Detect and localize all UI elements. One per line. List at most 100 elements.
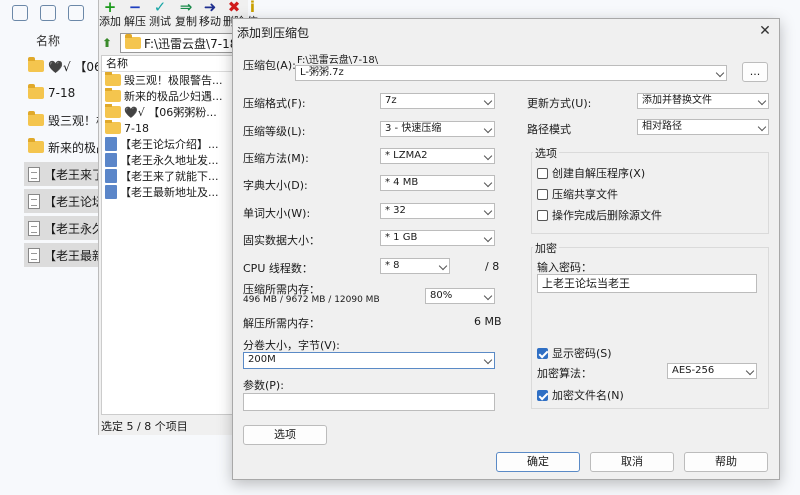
toolbar-glyph-icon: ✓ [153, 0, 167, 16]
folder-icon [28, 138, 44, 153]
toolbar-glyph-icon: ⇒ [179, 0, 193, 16]
explorer-list-item[interactable]: 7-18 [24, 81, 100, 105]
folder-icon [28, 84, 44, 99]
copy-icon[interactable] [12, 5, 28, 21]
7zip-list-item[interactable]: 🖤√ 【06粥粥粉... [102, 104, 246, 120]
rename-icon[interactable] [68, 5, 84, 21]
toolbar-button-label: 测试 [149, 15, 171, 28]
7zip-item-label: 【老王永久地址发... [120, 154, 219, 167]
checkbox-box[interactable] [537, 167, 548, 179]
7zip-file-list: 名称 毁三观！极限警告... 新来的极品少妇遇... 🖤√ 【06粥粥粉... 7-1… [101, 55, 247, 415]
explorer-item-label: 🖤√ 【06粥粥粉丝 [48, 59, 100, 74]
chevron-down-icon [483, 151, 493, 161]
word-size-label: 单词大小(W): [243, 207, 311, 220]
close-icon[interactable]: ✕ [755, 21, 775, 41]
7zip-list-item[interactable]: 【老王论坛介绍】... [102, 136, 246, 152]
folder-icon [105, 104, 121, 118]
add-to-archive-dialog: 添加到压缩包 ✕ 压缩包(A): F:\迅雷云盘\7-18\ L-粥粥.7z .… [232, 18, 780, 480]
cpu-threads-select[interactable]: * 8 [380, 258, 450, 274]
chevron-down-icon [757, 96, 767, 106]
method-select[interactable]: * LZMA2 [380, 148, 495, 164]
path-mode-label: 路径模式 [527, 123, 571, 136]
encryption-group-title: 加密 [533, 240, 559, 256]
volume-size-label: 分卷大小，字节(V): [243, 339, 340, 352]
7zip-list-item[interactable]: 7-18 [102, 120, 246, 136]
toolbar-button-3[interactable]: ⇒ 复制 [175, 0, 197, 28]
7zip-address-bar: ⬆ F:\迅雷云盘\7-18\ [99, 33, 249, 53]
explorer-list-item[interactable]: 【老王永久地址发 [24, 216, 100, 240]
show-password-checkbox[interactable]: 显示密码(S) [537, 345, 612, 361]
explorer-file-list: 🖤√ 【06粥粥粉丝 7-18 毁三观！极限警告新来的极品少妇【老王来了就能下【老王… [24, 54, 100, 270]
toolbar-button-label: 添加 [99, 15, 121, 28]
explorer-list-item[interactable]: 【老王最新地址及 [24, 243, 100, 267]
chevron-down-icon [483, 178, 493, 188]
chevron-down-icon [438, 261, 448, 271]
7zip-toolbar: +添加−解压✓测试⇒复制➜移动✖删除i信息 [99, 0, 258, 40]
explorer-list-item[interactable]: 【老王论坛介绍】 [24, 189, 100, 213]
7zip-list-item[interactable]: 新来的极品少妇遇... [102, 88, 246, 104]
7zip-list-item[interactable]: 毁三观！极限警告... [102, 72, 246, 88]
volume-size-combo[interactable]: 200M [243, 352, 495, 369]
cancel-button[interactable]: 取消 [590, 452, 674, 472]
memory-percent-select[interactable]: 80% [425, 288, 495, 304]
level-select[interactable]: 3 - 快速压缩 [380, 121, 495, 137]
toolbar-glyph-icon: + [103, 0, 117, 16]
path-mode-select[interactable]: 相对路径 [637, 119, 769, 135]
explorer-list-item[interactable]: 🖤√ 【06粥粥粉丝 [24, 54, 100, 78]
toolbar-button-1[interactable]: − 解压 [124, 0, 146, 28]
7zip-path-input[interactable]: F:\迅雷云盘\7-18\ [120, 33, 249, 53]
chevron-down-icon [483, 206, 493, 216]
chevron-down-icon [745, 366, 755, 376]
7zip-list-item[interactable]: 【老王永久地址发... [102, 152, 246, 168]
encryption-method-label: 加密算法： [537, 367, 592, 380]
delete-after-checkbox[interactable]: 操作完成后删除源文件 [537, 207, 662, 223]
parameters-label: 参数(P): [243, 379, 284, 392]
toolbar-button-label: 移动 [199, 15, 221, 28]
explorer-list-item[interactable]: 毁三观！极限警告 [24, 108, 100, 132]
document-icon [28, 193, 40, 209]
encrypt-filenames-checkbox[interactable]: 加密文件名(N) [537, 387, 624, 403]
dictionary-select[interactable]: * 4 MB [380, 175, 495, 191]
up-folder-icon[interactable]: ⬆ [102, 36, 116, 50]
options-button[interactable]: 选项 [243, 425, 327, 445]
explorer-item-label: 【老王来了就能下 [44, 167, 100, 182]
parameters-input[interactable] [243, 393, 495, 411]
7zip-list-item[interactable]: 【老王最新地址及... [102, 184, 246, 200]
help-button[interactable]: 帮助 [684, 452, 768, 472]
7zip-list-item[interactable]: 【老王来了就能下... [102, 168, 246, 184]
toolbar-button-label: 解压 [124, 15, 146, 28]
format-label: 压缩格式(F): [243, 97, 306, 110]
chevron-down-icon [757, 122, 767, 132]
password-input[interactable]: 上老王论坛当老王 [537, 274, 757, 293]
update-mode-select[interactable]: 添加并替换文件 [637, 93, 769, 109]
toolbar-button-4[interactable]: ➜ 移动 [199, 0, 221, 28]
format-select[interactable]: 7z [380, 93, 495, 109]
toolbar-button-2[interactable]: ✓ 测试 [149, 0, 171, 28]
word-size-select[interactable]: * 32 [380, 203, 495, 219]
compress-memory-detail: 496 MB / 9672 MB / 12090 MB [243, 295, 380, 305]
level-label: 压缩等级(L): [243, 125, 306, 138]
checkbox-box-checked[interactable] [537, 389, 548, 401]
chevron-down-icon [483, 233, 493, 243]
7zip-column-header-name[interactable]: 名称 [102, 56, 246, 72]
checkbox-box-checked[interactable] [537, 347, 548, 359]
archive-name-combo[interactable]: L-粥粥.7z [295, 65, 727, 81]
ok-button[interactable]: 确定 [496, 452, 580, 472]
chevron-down-icon [715, 68, 725, 78]
encryption-method-select[interactable]: AES-256 [667, 363, 757, 379]
document-icon [105, 137, 117, 151]
update-mode-label: 更新方式(U): [527, 97, 592, 110]
paste-icon[interactable] [40, 5, 56, 21]
checkbox-box[interactable] [537, 209, 548, 221]
create-sfx-checkbox[interactable]: 创建自解压程序(X) [537, 165, 645, 181]
explorer-item-label: 【老王论坛介绍】 [44, 194, 100, 209]
toolbar-button-0[interactable]: + 添加 [99, 0, 121, 28]
checkbox-box[interactable] [537, 188, 548, 200]
solid-size-select[interactable]: * 1 GB [380, 230, 495, 246]
browse-button[interactable]: ... [742, 62, 768, 82]
explorer-column-header-name[interactable]: 名称 [36, 32, 60, 49]
explorer-list-item[interactable]: 【老王来了就能下 [24, 162, 100, 186]
explorer-list-item[interactable]: 新来的极品少妇 [24, 135, 100, 159]
options-group-title: 选项 [533, 145, 559, 161]
compress-shared-checkbox[interactable]: 压缩共享文件 [537, 186, 618, 202]
